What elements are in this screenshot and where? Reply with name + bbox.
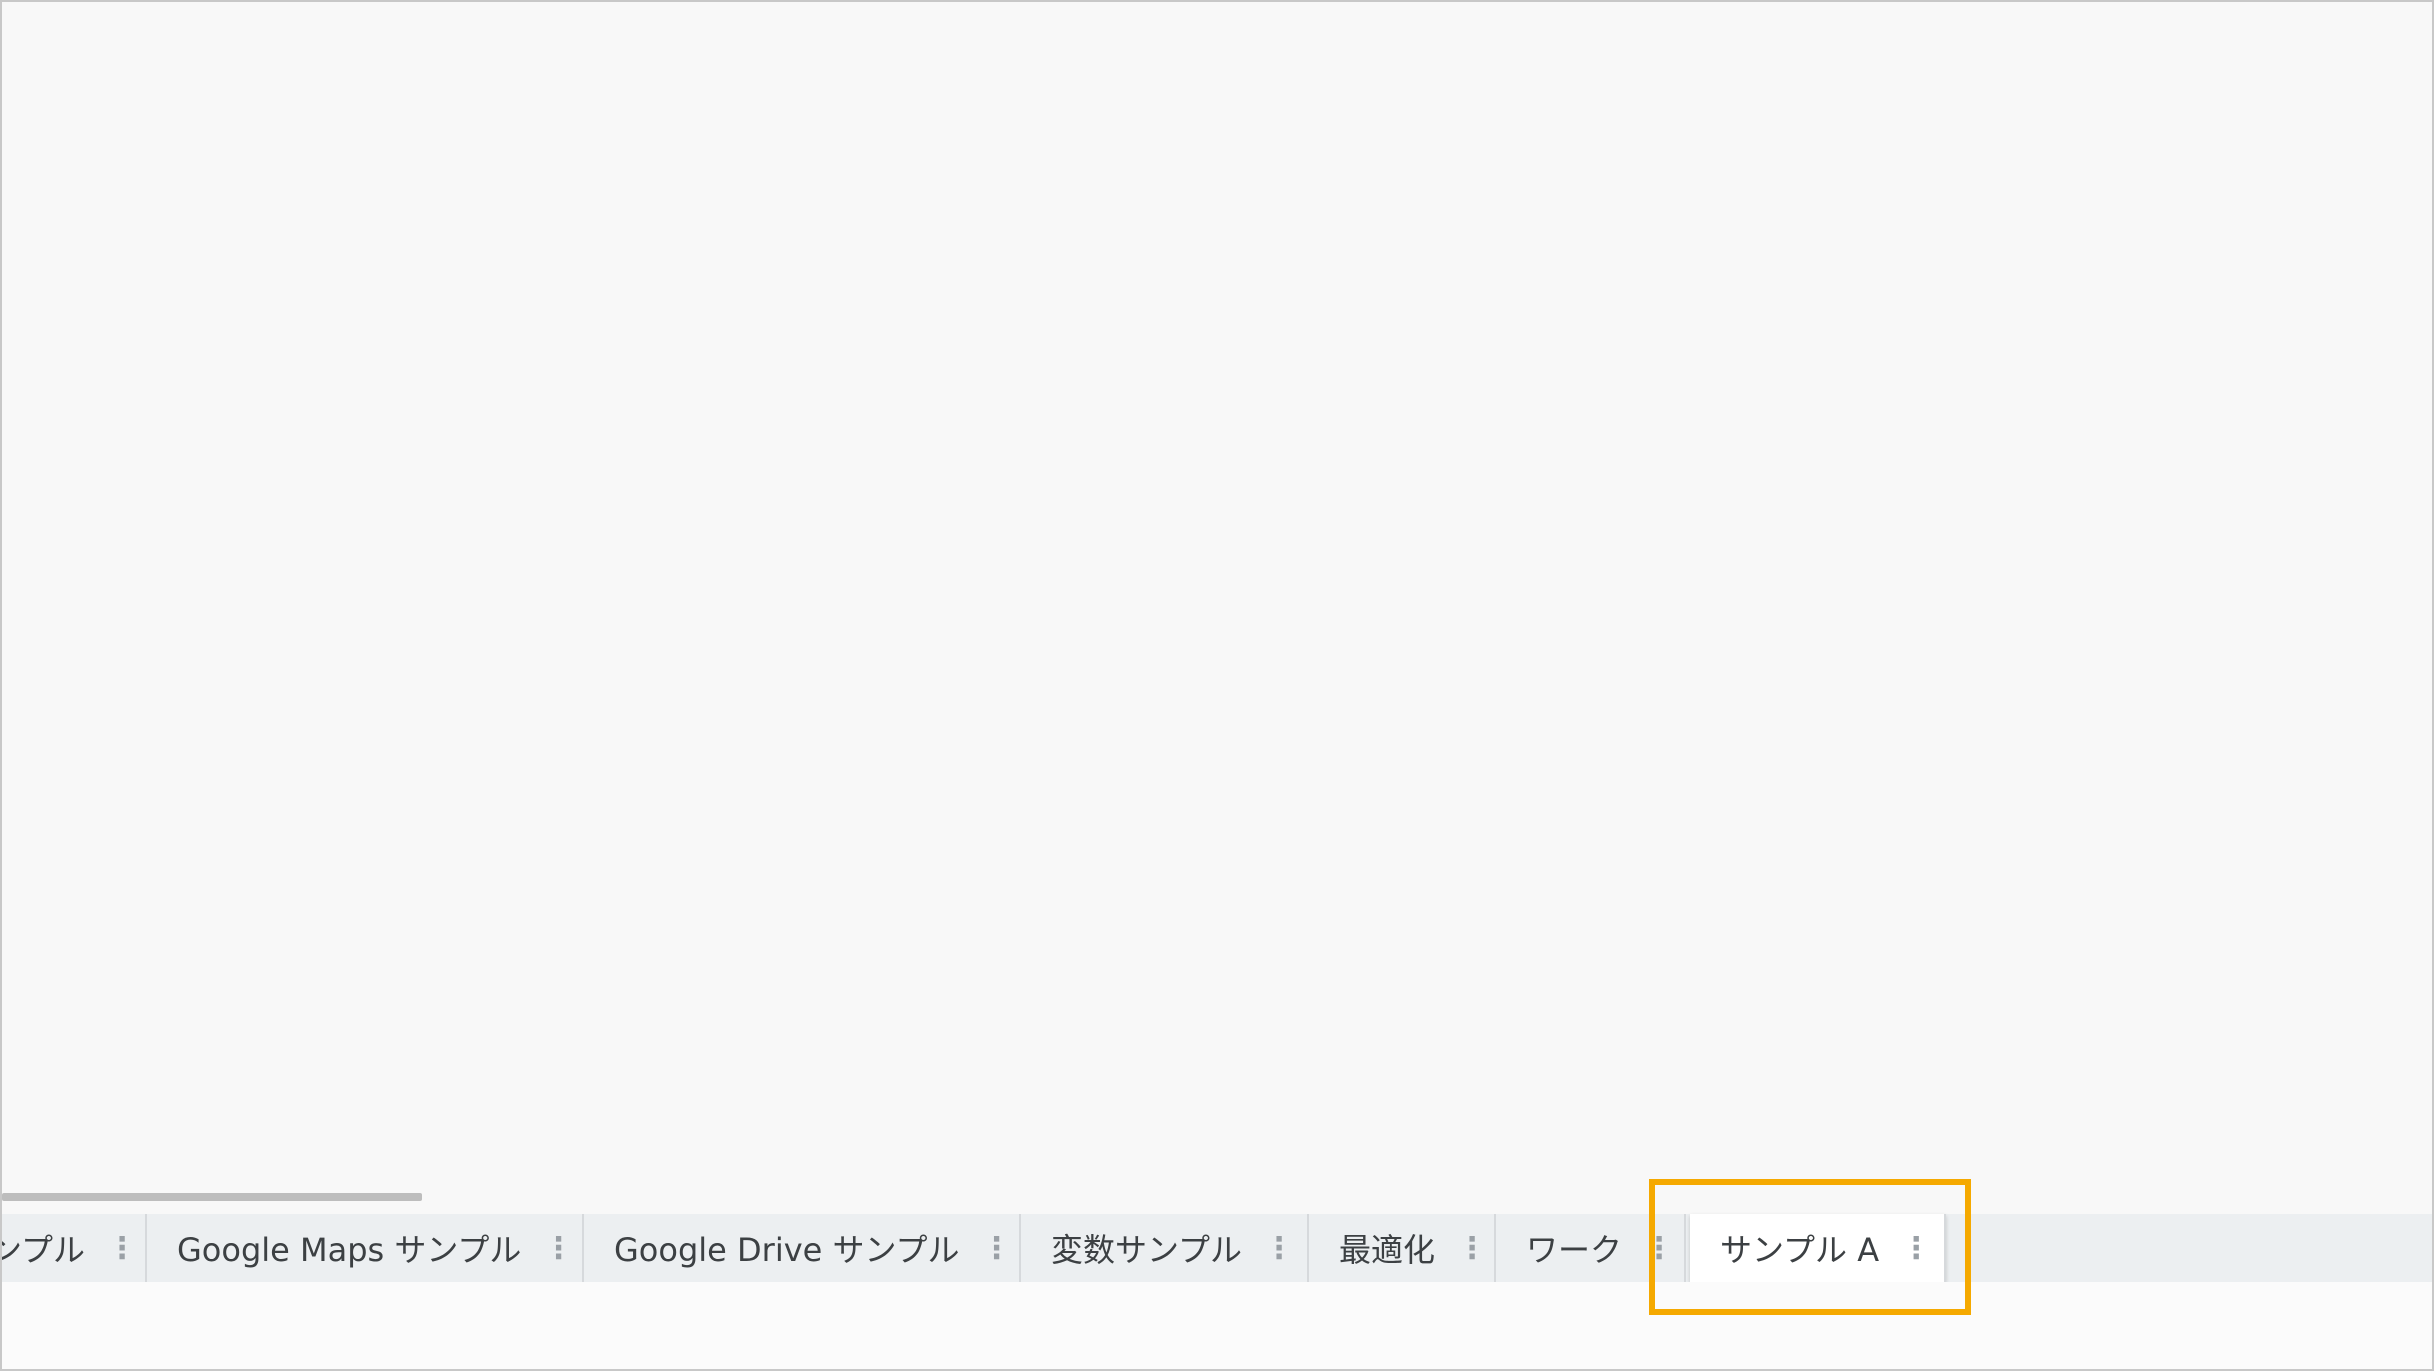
more-vert-icon[interactable]: ⋮ xyxy=(107,1231,137,1266)
sheet-tab-bar: サンプル ⋮ Google Maps サンプル ⋮ Google Drive サ… xyxy=(2,1214,2432,1282)
sheet-tab-label: 変数サンプル xyxy=(1051,1231,1243,1269)
sheet-grid-area[interactable] xyxy=(2,2,2432,1214)
sheet-tab-label: Google Drive サンプル xyxy=(614,1231,960,1269)
spreadsheet-window: サンプル ⋮ Google Maps サンプル ⋮ Google Drive サ… xyxy=(0,0,2434,1371)
sheet-tab-label: Google Maps サンプル xyxy=(177,1231,522,1269)
more-vert-icon[interactable]: ⋮ xyxy=(1644,1231,1674,1266)
sheet-tab-label: サンプル A xyxy=(1720,1231,1880,1269)
sheet-tab-2[interactable]: Google Drive サンプル ⋮ xyxy=(584,1214,1021,1282)
sheet-tab-label: 最適化 xyxy=(1339,1231,1436,1269)
sheet-tab-1[interactable]: Google Maps サンプル ⋮ xyxy=(147,1214,584,1282)
sheet-tab-label: サンプル xyxy=(2,1231,86,1269)
sheet-tab-5[interactable]: ワーク ⋮ xyxy=(1496,1214,1686,1282)
more-vert-icon[interactable]: ⋮ xyxy=(1901,1231,1931,1266)
more-vert-icon[interactable]: ⋮ xyxy=(1264,1231,1294,1266)
sheet-tab-active[interactable]: サンプル A ⋮ xyxy=(1690,1214,1946,1282)
sheet-tab-label: ワーク xyxy=(1526,1231,1623,1269)
status-area xyxy=(2,1282,2432,1369)
sheet-tab-4[interactable]: 最適化 ⋮ xyxy=(1309,1214,1496,1282)
sheet-tab-0[interactable]: サンプル ⋮ xyxy=(2,1214,147,1282)
more-vert-icon[interactable]: ⋮ xyxy=(1457,1231,1487,1266)
more-vert-icon[interactable]: ⋮ xyxy=(543,1231,573,1266)
horizontal-scrollbar-thumb[interactable] xyxy=(2,1193,422,1201)
more-vert-icon[interactable]: ⋮ xyxy=(982,1231,1012,1266)
sheet-tab-3[interactable]: 変数サンプル ⋮ xyxy=(1021,1214,1309,1282)
